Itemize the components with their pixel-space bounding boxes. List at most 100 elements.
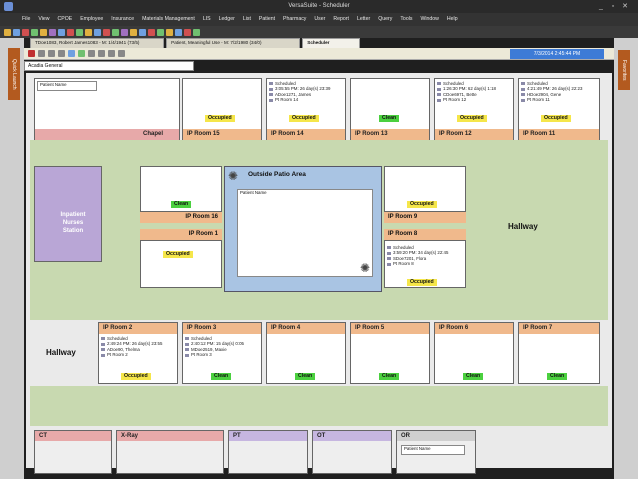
menu-pharmacy[interactable]: Pharmacy <box>279 13 310 26</box>
room-name-ip-16: IP Room 16 <box>140 212 222 223</box>
print-icon[interactable] <box>88 50 95 57</box>
patio-title: Outside Patio Area <box>248 171 306 178</box>
room-chapel[interactable]: Patient Name Chapel <box>34 78 180 140</box>
room-ip-16[interactable]: Clean <box>140 166 222 212</box>
menu-report[interactable]: Report <box>329 13 353 26</box>
tool-icon[interactable] <box>94 28 101 36</box>
document-tabs: TDoe1083, Robert James1083 - M: 1/4/1941… <box>30 38 360 50</box>
tool-icon[interactable] <box>184 28 191 36</box>
tool-icon[interactable] <box>166 28 173 36</box>
room-name: IP Room 14 <box>267 129 345 140</box>
menu-query[interactable]: Query <box>374 13 396 26</box>
menu-ledger[interactable]: Ledger <box>215 13 239 26</box>
room-ip-6[interactable]: IP Room 6 Clean <box>434 322 514 384</box>
room-ip-4[interactable]: IP Room 4 Clean <box>266 322 346 384</box>
room-ct[interactable]: CT <box>34 430 112 474</box>
view-icon[interactable] <box>108 50 115 57</box>
tool-icon[interactable] <box>58 28 65 36</box>
menu-view[interactable]: View <box>34 13 53 26</box>
patient-info: Scheduled 3:05:55 PM: 26 day(s) 23:39 AD… <box>269 81 330 103</box>
grid-icon[interactable] <box>58 50 65 57</box>
tool-icon[interactable] <box>67 28 74 36</box>
room-ip-11[interactable]: Scheduled 4:21:49 PM: 26 day(s) 22:23 HD… <box>518 78 600 140</box>
room-ip-8[interactable]: Scheduled 3:59:20 PM: 34 day(s) 22:45 SD… <box>384 240 466 288</box>
room-ip-3[interactable]: IP Room 3 Scheduled 2:40:12 PM: 15 day(s… <box>182 322 262 384</box>
room-ip-12[interactable]: Scheduled 1:26:30 PM: 62 day(s) 1:18 CDo… <box>434 78 514 140</box>
room-name-ip-1: IP Room 1 <box>140 229 222 240</box>
sun-icon: ✺ <box>360 261 371 275</box>
status-badge: Occupied <box>289 115 319 122</box>
tool-icon[interactable] <box>175 28 182 36</box>
tool-icon[interactable] <box>13 28 20 36</box>
room-ip-14[interactable]: Scheduled 3:05:55 PM: 26 day(s) 23:39 AD… <box>266 78 346 140</box>
room-ot[interactable]: OT <box>312 430 392 474</box>
filter-icon[interactable] <box>68 50 75 57</box>
status-badge: Occupied <box>457 115 487 122</box>
room-ip-1[interactable]: Occupied <box>140 240 222 288</box>
tool-icon[interactable] <box>76 28 83 36</box>
patient-info: Scheduled 2:49:24 PM: 26 day(s) 23:55 AD… <box>101 336 162 358</box>
tool-icon[interactable] <box>112 28 119 36</box>
room-ip-9[interactable]: Occupied <box>384 166 466 212</box>
room-or[interactable]: OR Patient Name <box>396 430 476 474</box>
room-ip-5[interactable]: IP Room 5 Clean <box>350 322 430 384</box>
menu-lis[interactable]: LIS <box>199 13 215 26</box>
menu-file[interactable]: File <box>18 13 34 26</box>
tool-icon[interactable] <box>85 28 92 36</box>
doc-icon[interactable] <box>38 50 45 57</box>
room-name: IP Room 13 <box>351 129 429 140</box>
tool-icon[interactable] <box>148 28 155 36</box>
menu-letter[interactable]: Letter <box>353 13 374 26</box>
tool-icon[interactable] <box>157 28 164 36</box>
room-name: CT <box>35 431 111 441</box>
unit-select[interactable]: Acadia General <box>24 61 194 71</box>
main-toolbar <box>0 26 638 38</box>
view-icon[interactable] <box>118 50 125 57</box>
room-ip-2[interactable]: IP Room 2 Scheduled 2:49:24 PM: 26 day(s… <box>98 322 178 384</box>
minimize-button[interactable]: _ <box>596 2 606 11</box>
menu-cpoe[interactable]: CPOE <box>54 13 77 26</box>
menu-materials[interactable]: Materials Management <box>138 13 199 26</box>
tool-icon[interactable] <box>31 28 38 36</box>
favorites-tab[interactable]: Favorites <box>618 50 630 90</box>
nurses-station[interactable]: Inpatient Nurses Station <box>34 166 102 262</box>
quick-launch-tab[interactable]: Quick Launch <box>8 48 20 100</box>
menu-list[interactable]: List <box>239 13 255 26</box>
tool-icon[interactable] <box>4 28 11 36</box>
room-ip-13[interactable]: Clean IP Room 13 <box>350 78 430 140</box>
status-badge: Occupied <box>541 115 571 122</box>
room-ip-15[interactable]: Occupied IP Room 15 <box>182 78 262 140</box>
room-name: IP Room 2 <box>99 323 177 334</box>
menu-patient[interactable]: Patient <box>255 13 279 26</box>
menu-help[interactable]: Help <box>443 13 462 26</box>
tool-icon[interactable] <box>130 28 137 36</box>
view-icon[interactable] <box>98 50 105 57</box>
menu-window[interactable]: Window <box>416 13 442 26</box>
status-badge: Clean <box>379 115 400 122</box>
status-badge: Occupied <box>163 251 193 258</box>
menu-user[interactable]: User <box>310 13 329 26</box>
refresh-icon[interactable] <box>78 50 85 57</box>
tool-icon[interactable] <box>193 28 200 36</box>
grid-icon[interactable] <box>48 50 55 57</box>
info-line: Pt Room 11 <box>521 97 582 102</box>
room-name: IP Room 5 <box>351 323 429 334</box>
menu-tools[interactable]: Tools <box>396 13 416 26</box>
tool-icon[interactable] <box>103 28 110 36</box>
tool-icon[interactable] <box>49 28 56 36</box>
menu-employee[interactable]: Employee <box>76 13 107 26</box>
room-pt[interactable]: PT <box>228 430 308 474</box>
patio-patient-list[interactable]: Patient Name <box>237 189 373 277</box>
room-xray[interactable]: X-Ray <box>116 430 224 474</box>
patient-info: Scheduled 1:26:30 PM: 62 day(s) 1:18 CDo… <box>437 81 496 103</box>
check-icon[interactable] <box>28 50 35 57</box>
sun-icon: ✺ <box>228 169 239 183</box>
tool-icon[interactable] <box>139 28 146 36</box>
close-button[interactable]: ✕ <box>620 2 630 11</box>
maximize-button[interactable]: ▫ <box>608 2 618 11</box>
tool-icon[interactable] <box>22 28 29 36</box>
tool-icon[interactable] <box>121 28 128 36</box>
tool-icon[interactable] <box>40 28 47 36</box>
menu-insurance[interactable]: Insurance <box>107 13 138 26</box>
room-ip-7[interactable]: IP Room 7 Clean <box>518 322 600 384</box>
